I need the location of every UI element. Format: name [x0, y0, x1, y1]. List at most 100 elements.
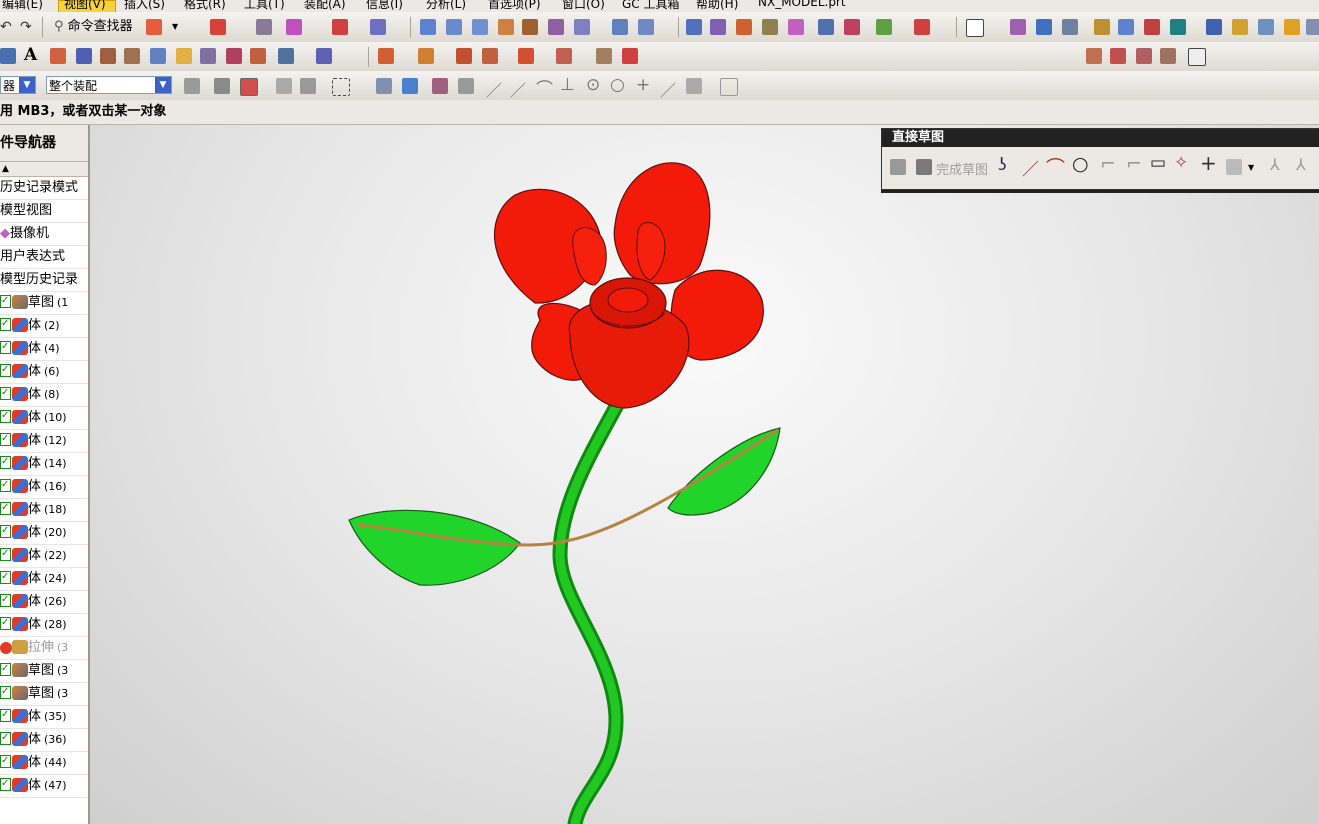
navigator-item[interactable]: 体(14) — [0, 451, 88, 476]
draft-icon[interactable] — [596, 48, 612, 64]
revolve-icon[interactable] — [76, 48, 92, 64]
face-select-icon[interactable] — [376, 78, 392, 94]
intersection-icon[interactable]: + — [636, 75, 650, 95]
extrude-icon[interactable] — [50, 48, 66, 64]
view-icon-1[interactable] — [686, 19, 702, 35]
navigator-item[interactable]: 模型视图 — [0, 200, 88, 223]
point-snap-icon[interactable] — [432, 78, 448, 94]
boss-icon[interactable] — [176, 48, 192, 64]
trim-icon[interactable]: ⅄ — [1270, 155, 1280, 174]
surface-icon-2[interactable] — [446, 19, 462, 35]
circle-icon[interactable]: ○ — [1072, 153, 1089, 175]
tool-icon-10[interactable] — [1258, 19, 1274, 35]
surface-icon-3[interactable] — [472, 19, 488, 35]
visibility-checkbox[interactable] — [0, 336, 11, 358]
view-icon-5[interactable] — [788, 19, 804, 35]
menu-view[interactable]: 视图(V) — [64, 0, 106, 12]
visibility-checkbox[interactable] — [0, 543, 11, 565]
arc-icon[interactable]: ⌒ — [536, 75, 553, 100]
point-icon[interactable]: + — [1200, 151, 1217, 175]
navigator-item[interactable]: 体(10) — [0, 405, 88, 430]
navigator-item[interactable]: 体(2) — [0, 313, 88, 338]
menu-format[interactable]: 格式(R) — [184, 0, 226, 12]
navigator-item[interactable]: 草图(3 — [0, 658, 88, 683]
view-icon-2[interactable] — [710, 19, 726, 35]
navigator-item[interactable]: 体(44) — [0, 750, 88, 775]
line-icon[interactable]: ／ — [510, 77, 526, 100]
shell-icon[interactable] — [556, 48, 572, 64]
arc-icon[interactable]: ⌒ — [1046, 153, 1065, 180]
chamfer-icon[interactable] — [518, 48, 534, 64]
rectangle-select-icon[interactable] — [332, 78, 350, 96]
slot-icon[interactable] — [250, 48, 266, 64]
point-on-curve-icon[interactable]: ／ — [660, 77, 676, 100]
tube-icon[interactable] — [124, 48, 140, 64]
navigator-item[interactable]: ◆摄像机 — [0, 223, 88, 246]
navigator-item[interactable]: 草图(3 — [0, 681, 88, 706]
rectangle-icon[interactable]: ▭ — [1150, 153, 1166, 173]
subtract-icon[interactable] — [418, 48, 434, 64]
surface-icon-1[interactable] — [420, 19, 436, 35]
visibility-checkbox[interactable] — [0, 589, 11, 611]
snap-icon[interactable] — [214, 78, 230, 94]
sketch-icon[interactable] — [0, 48, 16, 64]
body-select-icon[interactable] — [402, 78, 418, 94]
navigator-item[interactable]: 模型历史记录 — [0, 269, 88, 292]
render-icon-4[interactable] — [914, 19, 930, 35]
vector-icon[interactable] — [332, 19, 348, 35]
visibility-checkbox[interactable] — [0, 658, 11, 680]
tool-icon-8[interactable] — [1206, 19, 1222, 35]
csys-icon[interactable] — [146, 19, 162, 35]
tool-icon-6[interactable] — [1144, 19, 1160, 35]
fillet-icon[interactable]: ⌐ — [1100, 153, 1116, 175]
text-icon[interactable]: A — [24, 45, 37, 65]
perpendicular-icon[interactable]: ⊥ — [560, 75, 575, 95]
visibility-checkbox[interactable] — [0, 612, 11, 634]
menu-tools[interactable]: 工具(T) — [244, 0, 285, 12]
point-icon[interactable] — [286, 19, 302, 35]
tool-icon-12[interactable] — [1306, 19, 1319, 35]
visibility-checkbox[interactable] — [0, 451, 11, 473]
pattern-icon[interactable] — [622, 48, 638, 64]
sketch-task-icon[interactable] — [890, 159, 906, 175]
visibility-checkbox[interactable] — [0, 405, 11, 427]
chevron-down-icon[interactable]: ▼ — [1248, 163, 1254, 172]
menu-window[interactable]: 窗口(O) — [562, 0, 605, 12]
visibility-checkbox[interactable] — [0, 566, 11, 588]
chamfer-icon[interactable]: ⌐ — [1126, 153, 1142, 175]
navigator-item[interactable]: 体(4) — [0, 336, 88, 361]
navigator-item[interactable]: 体(28) — [0, 612, 88, 637]
render-icon-1[interactable] — [818, 19, 834, 35]
navigator-item[interactable]: 体(24) — [0, 566, 88, 591]
view-icon-3[interactable] — [736, 19, 752, 35]
quadrant-icon[interactable]: ○ — [610, 75, 625, 95]
navigator-item[interactable]: 体(12) — [0, 428, 88, 453]
mesh-icon[interactable] — [638, 19, 654, 35]
datum-icon[interactable] — [210, 19, 226, 35]
navigator-item[interactable]: 体(26) — [0, 589, 88, 614]
finish-sketch-button[interactable]: 完成草图 — [936, 159, 988, 178]
navigator-column-header[interactable]: ▲ — [0, 161, 88, 177]
tool-icon-2[interactable] — [1036, 19, 1052, 35]
scope-select[interactable]: 整个装配 ▼ — [46, 76, 172, 94]
tool-icon-11[interactable] — [1284, 19, 1300, 35]
navigator-item[interactable]: 体(20) — [0, 520, 88, 545]
visibility-checkbox[interactable] — [0, 681, 11, 703]
menu-help[interactable]: 帮助(H) — [696, 0, 738, 12]
extend-icon[interactable]: ⅄ — [1296, 155, 1306, 174]
polygon-icon[interactable]: ✧ — [1174, 153, 1188, 173]
command-finder-button[interactable]: ⚲ 命令查找器 — [50, 17, 137, 37]
thicken-icon[interactable] — [612, 19, 628, 35]
graphics-window[interactable] — [90, 125, 1319, 824]
type-filter-select[interactable]: 器 ▼ — [0, 76, 36, 94]
tool-icon-1[interactable] — [1010, 19, 1026, 35]
groove-icon[interactable] — [278, 48, 294, 64]
sweep-icon[interactable] — [100, 48, 116, 64]
navigator-item[interactable]: 历史记录模式 — [0, 177, 88, 200]
measure-icon[interactable] — [256, 19, 272, 35]
new-sheet-icon[interactable] — [966, 19, 984, 37]
rib-icon[interactable] — [316, 48, 332, 64]
unite-icon[interactable] — [378, 48, 394, 64]
end-point-icon[interactable] — [458, 78, 474, 94]
intersect-icon[interactable] — [456, 48, 472, 64]
